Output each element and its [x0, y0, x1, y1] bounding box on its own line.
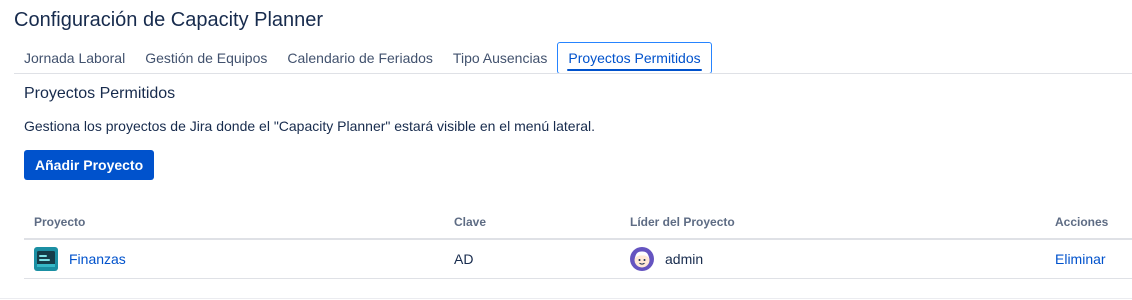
footer-divider — [0, 298, 1132, 299]
project-lead-name: admin — [665, 251, 704, 267]
header-key[interactable]: Clave — [454, 214, 486, 230]
table-header: Proyecto Clave Líder del Proyecto Accion… — [24, 206, 1132, 240]
section-description: Gestiona los proyectos de Jira donde el … — [24, 118, 596, 134]
tab-calendario-de-feriados[interactable]: Calendario de Feriados — [277, 42, 443, 74]
section-title: Proyectos Permitidos — [24, 85, 176, 102]
tab-jornada-laboral[interactable]: Jornada Laboral — [14, 42, 135, 74]
tab-gestion-de-equipos[interactable]: Gestión de Equipos — [135, 42, 277, 74]
project-cell: Finanzas — [34, 240, 126, 278]
tab-proyectos-permitidos[interactable]: Proyectos Permitidos — [557, 42, 712, 74]
delete-project-link[interactable]: Eliminar — [1055, 251, 1106, 267]
user-avatar-icon — [630, 247, 654, 271]
tab-tipo-ausencias[interactable]: Tipo Ausencias — [443, 42, 557, 74]
capacity-planner-settings-page: Configuración de Capacity Planner Jornad… — [0, 0, 1132, 300]
project-lead-cell: admin — [630, 240, 703, 278]
project-key-cell: AD — [454, 251, 474, 267]
actions-cell: Eliminar — [1055, 240, 1106, 278]
header-lead[interactable]: Líder del Proyecto — [630, 214, 735, 230]
page-title: Configuración de Capacity Planner — [14, 9, 324, 31]
header-project[interactable]: Proyecto — [34, 214, 85, 230]
tabs-divider — [14, 73, 1132, 74]
table-row: Finanzas AD admin Eliminar — [24, 240, 1132, 279]
add-project-button[interactable]: Añadir Proyecto — [24, 150, 155, 180]
project-avatar-icon — [34, 247, 58, 271]
settings-tabs: Jornada Laboral Gestión de Equipos Calen… — [14, 42, 712, 74]
header-actions: Acciones — [1055, 215, 1109, 229]
project-link[interactable]: Finanzas — [69, 251, 126, 267]
projects-table: Proyecto Clave Líder del Proyecto Accion… — [24, 206, 1132, 279]
